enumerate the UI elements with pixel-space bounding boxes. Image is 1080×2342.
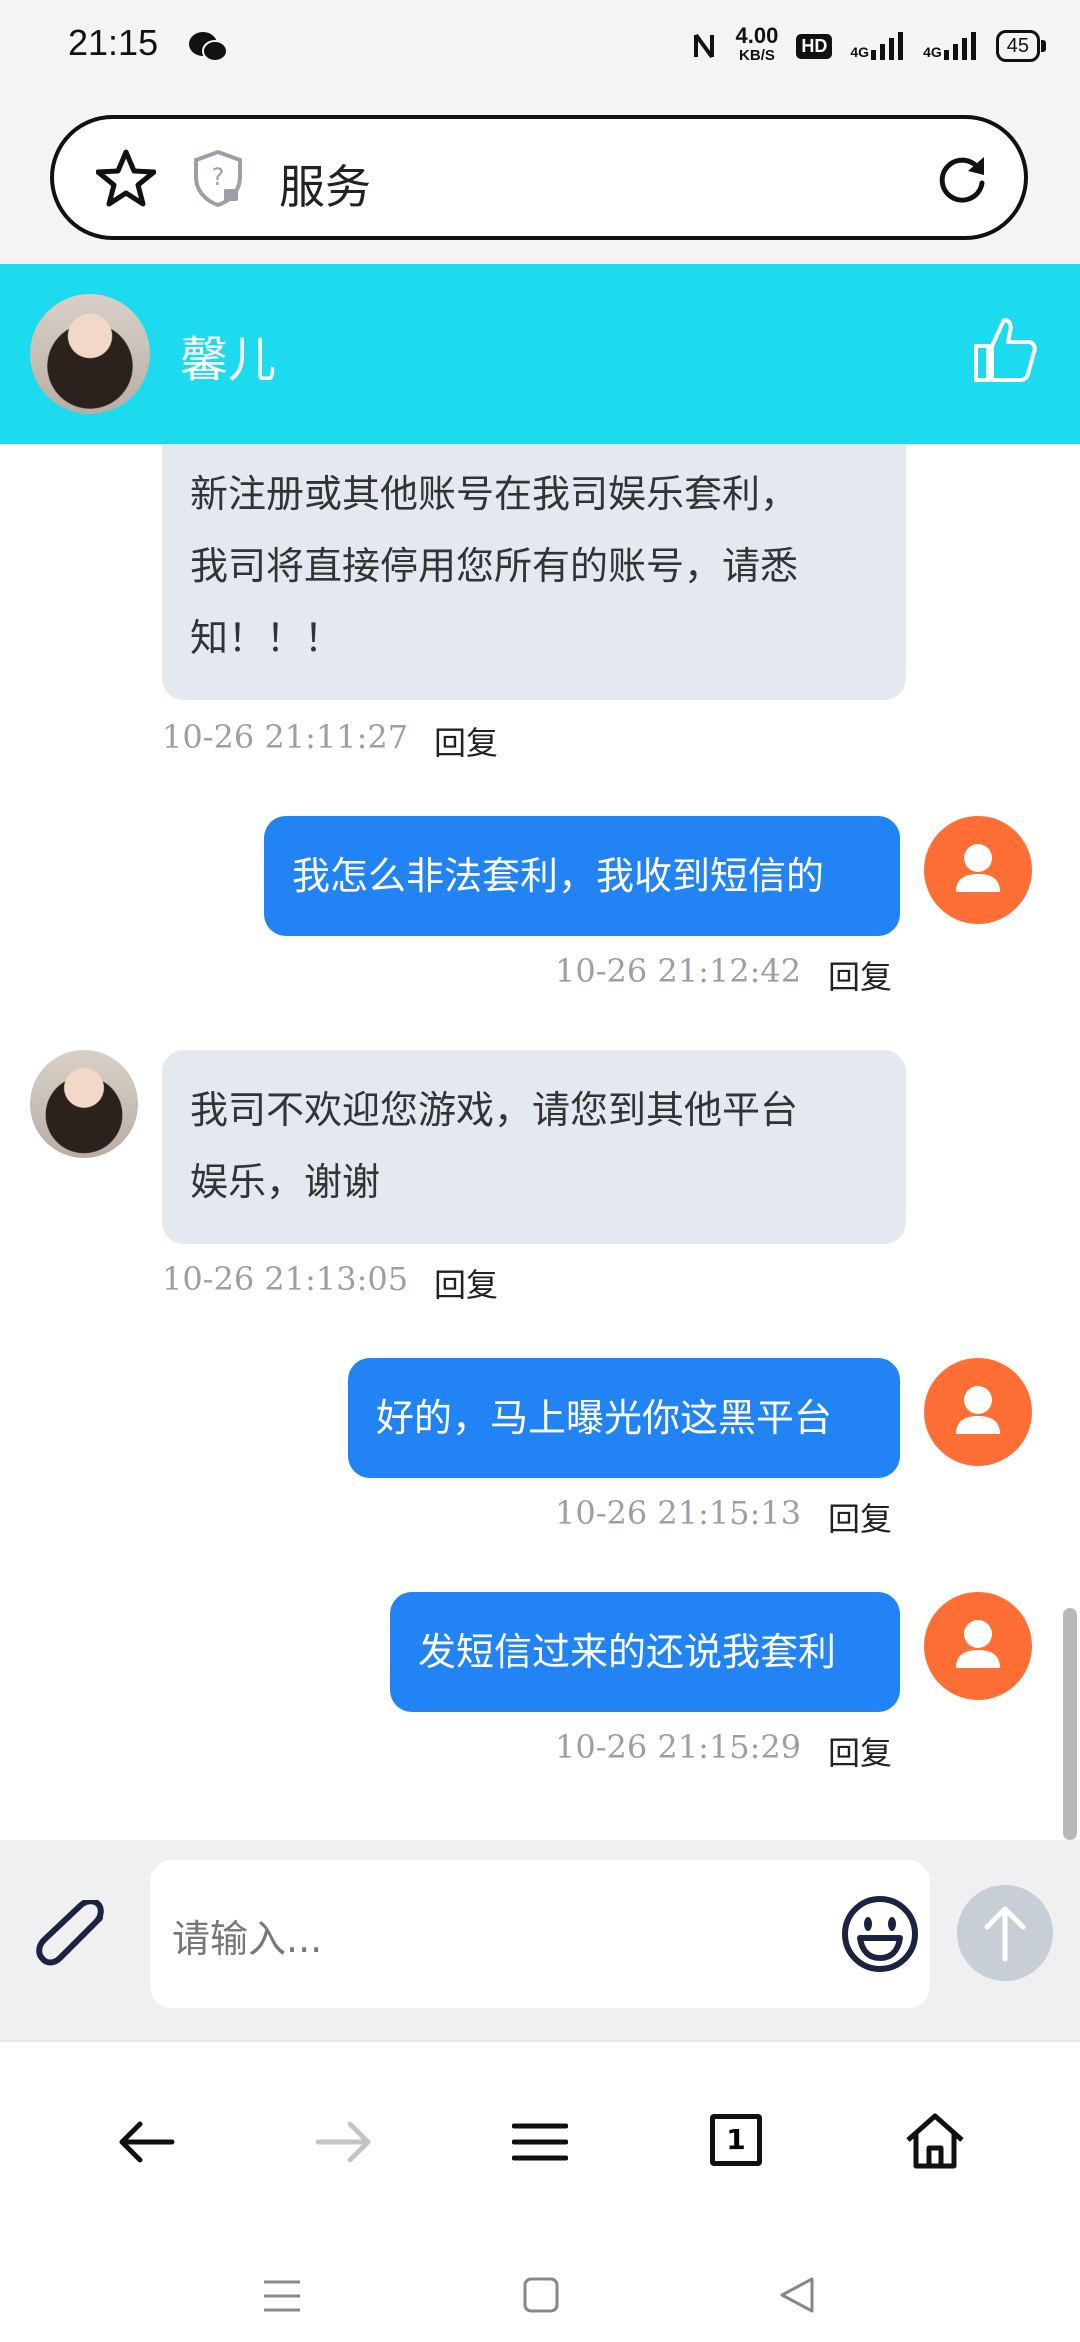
message-bubble-incoming[interactable]: 我司不欢迎您游戏，请您到其他平台 娱乐，谢谢 bbox=[162, 1050, 906, 1244]
message-timestamp: 10-26 21:11:27 bbox=[162, 718, 409, 756]
page-title: 服务 bbox=[279, 160, 371, 214]
chat-header: 馨儿 bbox=[0, 264, 1080, 444]
status-icons: 4.00 KB/S HD 4G 4G 45 bbox=[692, 23, 1047, 66]
emoji-icon[interactable] bbox=[840, 1894, 920, 1978]
status-time: 21:15 bbox=[68, 22, 159, 63]
message-bubble-outgoing[interactable]: 发短信过来的还说我套利 bbox=[390, 1592, 900, 1712]
star-icon[interactable] bbox=[95, 149, 157, 211]
signal-icon-1: 4G bbox=[850, 32, 905, 60]
send-arrow-icon bbox=[984, 1906, 1026, 1962]
tabs-icon[interactable]: 1 bbox=[710, 2114, 762, 2166]
paperclip-icon[interactable] bbox=[34, 1898, 118, 1984]
message-bubble-incoming[interactable]: 新注册或其他账号在我司娱乐套利， 我司将直接停用您所有的账号，请悉 知！！！ bbox=[162, 444, 906, 700]
contact-name: 馨儿 bbox=[180, 332, 277, 388]
contact-avatar[interactable] bbox=[30, 1050, 138, 1158]
scrollbar-thumb[interactable] bbox=[1063, 1608, 1077, 1840]
home-icon[interactable] bbox=[904, 2112, 966, 2174]
reply-link[interactable]: 回复 bbox=[828, 1494, 892, 1540]
refresh-icon[interactable] bbox=[934, 151, 990, 211]
message-list[interactable]: 新注册或其他账号在我司娱乐套利， 我司将直接停用您所有的账号，请悉 知！！！ 1… bbox=[0, 444, 1080, 1840]
message-bubble-outgoing[interactable]: 好的，马上曝光你这黑平台 bbox=[348, 1358, 900, 1478]
reply-link[interactable]: 回复 bbox=[828, 1728, 892, 1774]
back-arrow-icon[interactable] bbox=[116, 2120, 176, 2168]
battery-indicator: 45 bbox=[995, 30, 1047, 62]
user-avatar[interactable] bbox=[924, 816, 1032, 924]
user-avatar[interactable] bbox=[924, 1358, 1032, 1466]
nfc-icon bbox=[693, 33, 714, 59]
user-icon bbox=[956, 1386, 1000, 1434]
reply-link[interactable]: 回复 bbox=[434, 1260, 498, 1306]
system-back-icon[interactable] bbox=[778, 2276, 816, 2318]
message-bubble-outgoing[interactable]: 我怎么非法套利，我收到短信的 bbox=[264, 816, 900, 936]
net-speed: 4.00 KB/S bbox=[735, 23, 779, 65]
svg-text:?: ? bbox=[212, 163, 225, 191]
status-bar: 21:15 4.00 KB/S HD 4G 4G 45 bbox=[0, 0, 1080, 100]
message-input[interactable]: 请输入... bbox=[150, 1860, 930, 2008]
contact-avatar[interactable] bbox=[30, 294, 150, 414]
reply-link[interactable]: 回复 bbox=[434, 718, 498, 764]
thumbs-up-icon[interactable] bbox=[972, 314, 1038, 388]
wechat-icon bbox=[188, 30, 228, 68]
shield-icon[interactable]: ? bbox=[192, 149, 244, 211]
message-timestamp: 10-26 21:15:13 bbox=[555, 1494, 802, 1532]
menu-icon[interactable] bbox=[511, 2120, 569, 2168]
user-icon bbox=[956, 844, 1000, 892]
message-timestamp: 10-26 21:13:05 bbox=[162, 1260, 409, 1298]
send-button[interactable] bbox=[957, 1885, 1053, 1981]
hd-badge: HD bbox=[796, 33, 833, 59]
message-timestamp: 10-26 21:15:29 bbox=[555, 1728, 802, 1766]
message-timestamp: 10-26 21:12:42 bbox=[555, 952, 802, 990]
user-icon bbox=[956, 1620, 1000, 1668]
address-bar[interactable]: ? 服务 bbox=[50, 115, 1028, 240]
user-avatar[interactable] bbox=[924, 1592, 1032, 1700]
browser-toolbar: 1 bbox=[0, 2040, 1080, 2342]
recent-apps-icon[interactable] bbox=[262, 2278, 302, 2318]
forward-arrow-icon[interactable] bbox=[314, 2120, 374, 2168]
signal-icon-2: 4G bbox=[923, 32, 978, 60]
system-home-icon[interactable] bbox=[522, 2276, 560, 2318]
reply-link[interactable]: 回复 bbox=[828, 952, 892, 998]
message-input-placeholder: 请输入... bbox=[172, 1917, 323, 1961]
